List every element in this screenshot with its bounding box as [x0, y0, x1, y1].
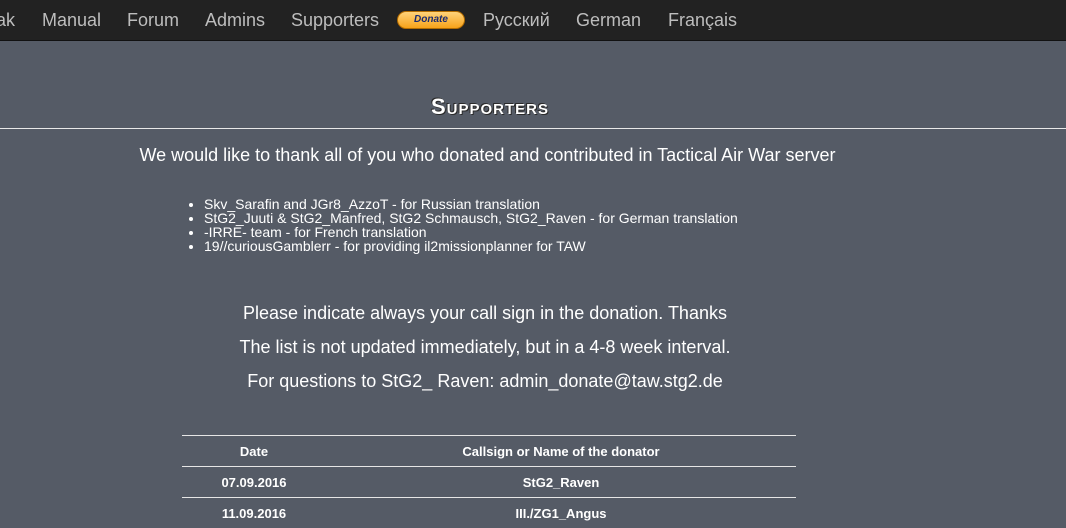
credit-item: StG2_Juuti & StG2_Manfred, StG2 Schmausc…: [204, 211, 738, 225]
contact-note: For questions to StG2_ Raven: admin_dona…: [0, 371, 970, 392]
update-interval-note: The list is not updated immediately, but…: [0, 337, 970, 358]
donators-table: Date Callsign or Name of the donator 07.…: [182, 435, 796, 528]
callsign-note: Please indicate always your call sign in…: [0, 303, 970, 324]
date-cell: 07.09.2016: [182, 467, 326, 498]
nav-item-french[interactable]: Français: [668, 10, 737, 31]
nav-item-russian[interactable]: Русский: [483, 10, 550, 31]
nav-item-manual[interactable]: Manual: [42, 10, 101, 31]
credit-item: 19//curiousGamblerr - for providing il2m…: [204, 239, 738, 253]
donator-cell: III./ZG1_Angus: [326, 498, 796, 528]
top-navbar: ak Manual Forum Admins Supporters Donate…: [0, 0, 1066, 41]
nav-item-german[interactable]: German: [576, 10, 641, 31]
donator-cell: StG2_Raven: [326, 467, 796, 498]
nav-item-tak[interactable]: ak: [0, 10, 15, 31]
intro-text: We would like to thank all of you who do…: [0, 145, 975, 166]
date-cell: 11.09.2016: [182, 498, 326, 528]
nav-item-forum[interactable]: Forum: [127, 10, 179, 31]
name-column-header: Callsign or Name of the donator: [326, 436, 796, 467]
credits-list: Skv_Sarafin and JGr8_AzzoT - for Russian…: [186, 197, 738, 253]
page-title: Supporters: [0, 94, 980, 120]
donate-button[interactable]: Donate: [397, 11, 465, 29]
nav-item-supporters[interactable]: Supporters: [291, 10, 379, 31]
table-header-row: Date Callsign or Name of the donator: [182, 436, 796, 467]
table-row: 11.09.2016 III./ZG1_Angus: [182, 498, 796, 528]
title-divider: [0, 128, 1066, 129]
table-row: 07.09.2016 StG2_Raven: [182, 467, 796, 498]
date-column-header: Date: [182, 436, 326, 467]
credit-item: -IRRE- team - for French translation: [204, 225, 738, 239]
nav-item-admins[interactable]: Admins: [205, 10, 265, 31]
credit-item: Skv_Sarafin and JGr8_AzzoT - for Russian…: [204, 197, 738, 211]
